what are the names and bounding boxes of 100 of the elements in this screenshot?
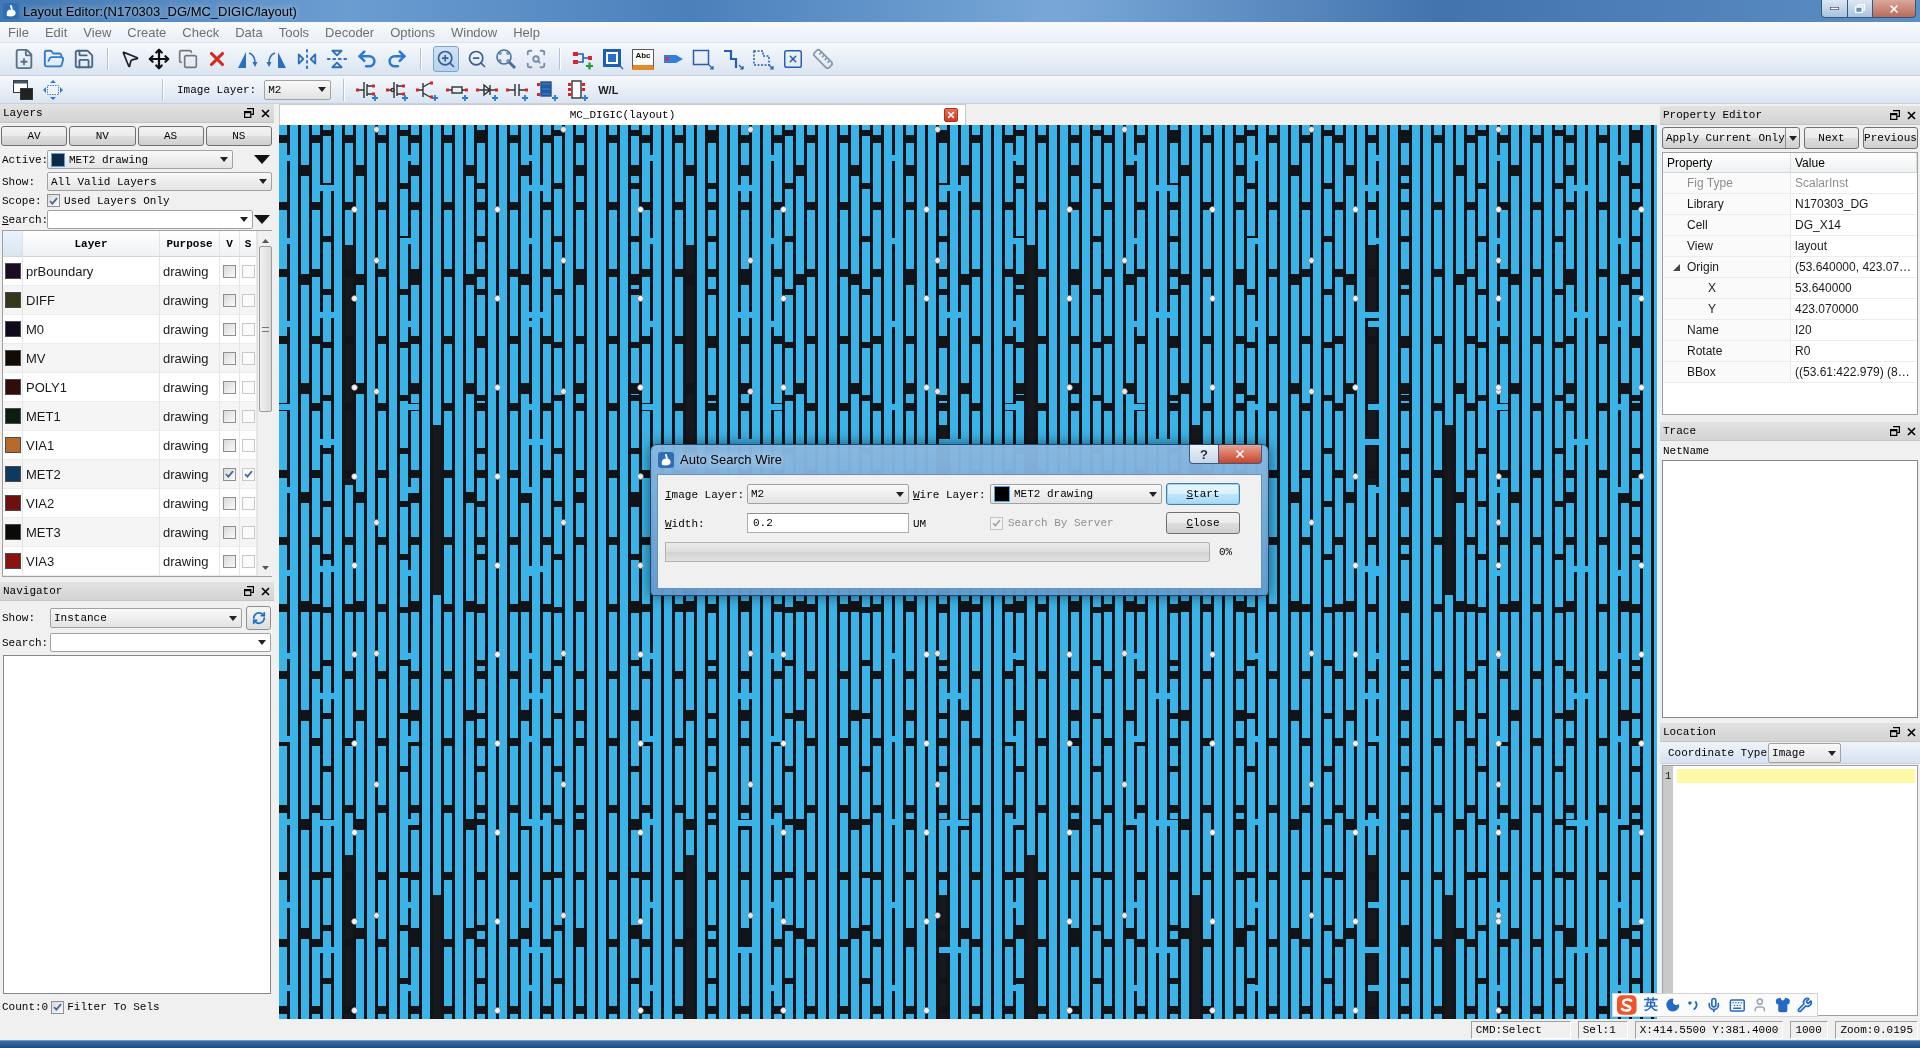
close-button[interactable]: Close	[1166, 512, 1240, 534]
menu-item[interactable]: Window	[444, 23, 505, 41]
scroll-down-icon[interactable]	[262, 566, 269, 570]
layer-filter-button[interactable]: NS	[205, 126, 272, 146]
nav-button[interactable]: Previous	[1863, 127, 1918, 149]
polygon-icon[interactable]	[752, 48, 774, 70]
label-tool-button[interactable]: Abc	[632, 48, 654, 70]
checkbox[interactable]	[241, 322, 255, 336]
checkbox[interactable]	[223, 264, 236, 278]
layer-search-field[interactable]	[47, 210, 253, 229]
coordinate-type-dropdown[interactable]: Image	[1768, 743, 1842, 763]
checkbox[interactable]	[223, 496, 236, 510]
scrollbar-thumb[interactable]	[259, 246, 272, 412]
close-icon[interactable]	[1907, 110, 1916, 120]
zoom-area-icon[interactable]	[525, 48, 547, 70]
navigator-show-dropdown[interactable]: Instance	[50, 608, 242, 628]
square-icon[interactable]	[602, 48, 624, 70]
punctuation-icon[interactable]	[1687, 999, 1699, 1011]
checkbox[interactable]	[241, 380, 255, 394]
checkbox[interactable]	[223, 409, 236, 423]
close-button[interactable]	[1872, 0, 1916, 18]
pointer-icon[interactable]	[120, 49, 140, 69]
close-icon[interactable]	[1907, 426, 1916, 436]
column-header[interactable]: S	[240, 231, 257, 257]
active-layer-dropdown[interactable]: MET2 drawing	[47, 150, 233, 169]
column-header[interactable]: V	[220, 231, 240, 257]
checkbox[interactable]	[223, 467, 236, 481]
checkbox[interactable]	[241, 264, 255, 278]
undo-icon[interactable]	[356, 48, 378, 70]
checkbox[interactable]	[223, 380, 236, 394]
layer-row[interactable]: prBoundary drawing	[3, 257, 257, 286]
ruler-icon[interactable]	[812, 48, 834, 70]
moon-icon[interactable]	[1664, 997, 1681, 1013]
flip-horizontal-icon[interactable]	[296, 48, 318, 70]
column-header[interactable]: Value	[1791, 153, 1917, 173]
checkbox[interactable]	[223, 525, 236, 539]
layer-row[interactable]: VIA1 drawing	[3, 431, 257, 460]
scrollbar[interactable]	[257, 231, 273, 576]
flip-vertical-icon[interactable]	[326, 48, 348, 70]
tab-close-button[interactable]	[944, 108, 958, 122]
wire-layer-dropdown[interactable]: MET2 drawing	[990, 484, 1162, 504]
layer-row[interactable]: M0 drawing	[3, 315, 257, 344]
menu-item[interactable]: Options	[383, 23, 442, 41]
navigator-search-field[interactable]	[50, 633, 271, 652]
layer-row[interactable]: DIFF drawing	[3, 286, 257, 315]
float-icon[interactable]	[244, 108, 254, 118]
checkbox[interactable]	[223, 554, 236, 568]
layer-filter-button[interactable]: AV	[1, 126, 68, 146]
path-icon[interactable]	[722, 48, 744, 70]
script-editor[interactable]: 1	[1662, 765, 1918, 1016]
layer-row[interactable]: MET2 drawing	[3, 460, 257, 489]
checkbox[interactable]	[241, 525, 255, 539]
checkbox[interactable]	[223, 351, 236, 365]
window-stack-icon[interactable]	[12, 78, 34, 101]
menu-item[interactable]: View	[76, 23, 119, 41]
microphone-icon[interactable]	[1705, 997, 1722, 1013]
zoom-out-icon[interactable]	[467, 49, 487, 69]
ime-mode-button[interactable]: 英	[1643, 996, 1658, 1014]
nav-button[interactable]: Next	[1804, 127, 1859, 149]
layer-row[interactable]: VIA2 drawing	[3, 489, 257, 518]
checkbox[interactable]	[241, 293, 255, 307]
checkbox[interactable]	[223, 293, 236, 307]
float-icon[interactable]	[1890, 110, 1900, 120]
rectangle-icon[interactable]	[692, 48, 714, 70]
checkbox[interactable]	[51, 1000, 65, 1014]
checkbox[interactable]	[241, 467, 255, 481]
column-header[interactable]: Property	[1663, 153, 1791, 173]
crossed-square-icon[interactable]	[782, 48, 804, 70]
layer-row[interactable]: MET1 drawing	[3, 402, 257, 431]
close-button[interactable]	[1218, 445, 1262, 464]
ime-logo-icon[interactable]	[1617, 995, 1637, 1015]
image-layer-dropdown[interactable]: M2	[264, 79, 332, 100]
layer-row[interactable]: MV drawing	[3, 344, 257, 373]
restore-button[interactable]	[1847, 0, 1873, 18]
close-icon[interactable]	[261, 108, 270, 118]
checkbox[interactable]	[241, 351, 255, 365]
four-arrows-icon[interactable]	[42, 78, 64, 101]
image-layer-dropdown[interactable]: M2	[747, 484, 909, 504]
chip-icon[interactable]	[566, 78, 589, 101]
width-field[interactable]: 0.2	[747, 513, 909, 533]
dropdown-menu-icon[interactable]	[254, 215, 270, 224]
zoom-fit-icon[interactable]	[495, 48, 517, 70]
new-file-icon[interactable]	[13, 48, 35, 70]
expand-arrow-icon[interactable]	[1673, 263, 1680, 271]
folder-icon[interactable]	[43, 48, 65, 70]
help-button[interactable]: ?	[1189, 445, 1219, 464]
minimize-button[interactable]	[1821, 0, 1848, 18]
checkbox[interactable]	[241, 409, 255, 423]
menu-item[interactable]: File	[1, 23, 36, 41]
keyboard-icon[interactable]	[1728, 996, 1746, 1014]
redo-icon[interactable]	[386, 48, 408, 70]
checkbox[interactable]	[47, 194, 60, 207]
apply-mode-dropdown[interactable]: Apply Current Only	[1662, 127, 1800, 149]
column-header[interactable]: Purpose	[160, 231, 220, 257]
layer-row[interactable]: VIA3 drawing	[3, 547, 257, 576]
checkbox[interactable]	[223, 438, 236, 452]
menu-item[interactable]: Help	[506, 23, 547, 41]
float-icon[interactable]	[1890, 426, 1900, 436]
layer-filter-button[interactable]: NV	[69, 126, 136, 146]
menu-item[interactable]: Create	[120, 23, 174, 41]
